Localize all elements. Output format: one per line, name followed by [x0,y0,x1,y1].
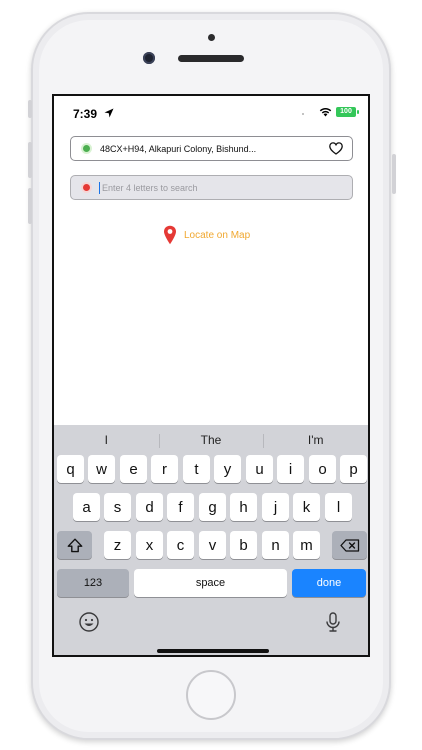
key-j[interactable]: j [262,493,289,521]
backspace-icon [339,538,359,552]
suggestion-item[interactable]: I [54,433,159,447]
status-bar: 7:39 100 [54,96,368,128]
app-screen: 7:39 100 48CX+H94, Alkapuri Colony, Bish… [52,94,370,657]
key-x[interactable]: x [136,531,163,559]
key-n[interactable]: n [262,531,289,559]
shift-icon [67,538,82,552]
wifi-icon [319,107,332,117]
key-v[interactable]: v [199,531,226,559]
key-l[interactable]: l [325,493,352,521]
key-t[interactable]: t [183,455,210,483]
numbers-key[interactable]: 123 [57,569,129,597]
locate-on-map-label: Locate on Map [184,229,251,241]
microphone-icon[interactable] [322,611,344,633]
done-key[interactable]: done [292,569,366,597]
key-r[interactable]: r [151,455,178,483]
map-pin-icon [164,225,176,245]
sensor-dot [208,34,215,41]
shift-key[interactable] [57,531,92,559]
space-key[interactable]: space [134,569,287,597]
key-z[interactable]: z [104,531,131,559]
from-address-text: 48CX+H94, Alkapuri Colony, Bishund... [100,143,257,154]
key-w[interactable]: w [88,455,115,483]
volume-down-button [28,188,32,224]
key-p[interactable]: p [340,455,367,483]
home-button[interactable] [186,670,236,720]
key-u[interactable]: u [246,455,273,483]
battery-icon: 100 [336,107,356,117]
key-i[interactable]: i [277,455,304,483]
suggestion-bar: I The I'm [54,425,368,455]
key-c[interactable]: c [167,531,194,559]
home-indicator [157,649,269,653]
key-g[interactable]: g [199,493,226,521]
location-arrow-icon [104,108,114,118]
battery-tip [357,110,359,114]
mute-switch [28,100,32,118]
locate-on-map-button[interactable]: Locate on Map [163,225,250,245]
earpiece-speaker [178,55,244,62]
origin-dot-icon [81,143,92,154]
key-o[interactable]: o [309,455,336,483]
destination-dot-icon [81,182,92,193]
key-b[interactable]: b [230,531,257,559]
from-location-field[interactable]: 48CX+H94, Alkapuri Colony, Bishund... [70,136,353,161]
key-e[interactable]: e [120,455,147,483]
indicator-dot [302,113,304,115]
key-a[interactable]: a [73,493,100,521]
key-s[interactable]: s [104,493,131,521]
heart-icon[interactable] [329,142,343,155]
keyboard: I The I'm q w e r t y u i o p a s d f g … [54,425,368,655]
suggestion-item[interactable]: The [158,433,264,448]
destination-search-input[interactable] [99,181,339,194]
volume-up-button [28,142,32,178]
key-y[interactable]: y [214,455,241,483]
status-time: 7:39 [73,107,98,121]
emoji-icon[interactable] [78,611,100,633]
backspace-key[interactable] [332,531,367,559]
front-camera [143,52,155,64]
power-button [392,154,396,194]
key-q[interactable]: q [57,455,84,483]
to-location-field[interactable] [70,175,353,200]
key-f[interactable]: f [167,493,194,521]
suggestion-item[interactable]: I'm [263,433,368,448]
key-d[interactable]: d [136,493,163,521]
key-m[interactable]: m [293,531,320,559]
key-h[interactable]: h [230,493,257,521]
key-k[interactable]: k [293,493,320,521]
